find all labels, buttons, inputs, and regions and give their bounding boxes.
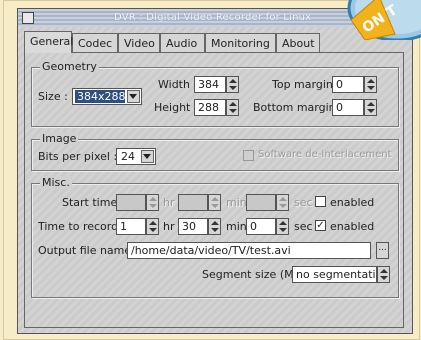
bottom-margin-spinner[interactable] — [364, 99, 377, 116]
width-field[interactable]: 384 — [194, 76, 226, 93]
width-spinner[interactable] — [226, 76, 239, 93]
top-margin-label: Top margin : — [272, 78, 341, 91]
arrow-up-icon — [229, 102, 237, 106]
record-second-spinner[interactable] — [276, 218, 289, 235]
segment-size-spinner[interactable] — [377, 266, 390, 283]
arrow-down-icon — [211, 228, 219, 232]
tab-codec[interactable]: Codec — [72, 33, 118, 52]
arrow-down-icon — [279, 204, 287, 208]
arrow-up-icon — [279, 221, 287, 225]
geometry-group: Geometry Size : 384x288 Width : 384 Heig… — [31, 60, 399, 127]
record-minute-field[interactable]: 30 — [178, 218, 208, 235]
segment-size-field[interactable]: no segmentation — [292, 266, 377, 283]
start-minute-unit: min — [226, 196, 247, 209]
size-label: Size : — [38, 90, 68, 103]
start-second-spinner[interactable] — [276, 194, 289, 211]
record-second-unit: sec — [294, 220, 313, 233]
size-select[interactable]: 384x288 — [72, 88, 142, 105]
arrow-up-icon — [380, 269, 388, 273]
record-minute-spinner[interactable] — [208, 218, 221, 235]
on-test-badge: ON T — [347, 0, 421, 40]
size-select-value: 384x288 — [75, 90, 126, 103]
top-margin-spinner[interactable] — [364, 76, 377, 93]
arrow-down-icon — [229, 109, 237, 113]
arrow-up-icon — [211, 197, 219, 201]
tab-audio[interactable]: Audio — [160, 33, 205, 52]
start-minute-field[interactable] — [178, 194, 208, 211]
tab-monitoring[interactable]: Monitoring — [205, 33, 276, 52]
checkmark-icon: ✓ — [316, 220, 325, 231]
record-enabled-label: enabled — [330, 220, 375, 233]
dvr-window: DVR : Digital Video Recorder for Linux G… — [17, 8, 413, 334]
arrow-up-icon — [279, 197, 287, 201]
height-label: Height : — [154, 101, 198, 114]
arrow-down-icon — [367, 86, 375, 90]
arrow-up-icon — [229, 79, 237, 83]
arrow-down-icon — [229, 86, 237, 90]
window-client-area: General Codec Video Audio Monitoring Abo… — [18, 27, 412, 333]
record-enabled-checkbox[interactable]: ✓ — [315, 220, 326, 231]
start-second-field[interactable] — [246, 194, 276, 211]
tab-video[interactable]: Video — [118, 33, 160, 52]
time-to-record-label: Time to record : — [38, 220, 126, 233]
chevron-down-icon — [143, 154, 151, 159]
start-hour-unit: hr — [163, 196, 175, 209]
output-file-label: Output file name : — [38, 244, 139, 257]
record-hour-spinner[interactable] — [146, 218, 159, 235]
record-hour-field[interactable]: 1 — [116, 218, 146, 235]
bits-per-pixel-dropdown-button[interactable] — [141, 150, 154, 163]
image-legend: Image — [40, 132, 79, 145]
start-enabled-label: enabled — [330, 196, 375, 209]
bottom-margin-field[interactable]: 0 — [332, 99, 364, 116]
misc-group: Misc. Start time : hr min sec enabled Ti… — [31, 176, 399, 298]
general-tab-panel: Geometry Size : 384x288 Width : 384 Heig… — [24, 52, 404, 328]
height-spinner[interactable] — [226, 99, 239, 116]
bits-per-pixel-value: 24 — [121, 150, 135, 163]
arrow-down-icon — [380, 276, 388, 280]
arrow-down-icon — [367, 109, 375, 113]
record-minute-unit: min — [226, 220, 247, 233]
chevron-down-icon — [129, 94, 137, 99]
output-file-field[interactable]: /home/data/video/TV/test.avi — [127, 242, 371, 259]
start-minute-spinner[interactable] — [208, 194, 221, 211]
deinterlace-checkbox[interactable] — [243, 150, 254, 161]
tab-about[interactable]: About — [276, 33, 320, 52]
record-second-field[interactable]: 0 — [246, 218, 276, 235]
width-label: Width : — [158, 78, 198, 91]
size-dropdown-button[interactable] — [127, 90, 140, 103]
deinterlace-label: Software de-Interlacement — [258, 149, 392, 160]
arrow-down-icon — [279, 228, 287, 232]
arrow-up-icon — [149, 197, 157, 201]
start-hour-field[interactable] — [116, 194, 146, 211]
image-group: Image Bits per pixel : 24 Software de-In… — [31, 132, 399, 171]
start-hour-spinner[interactable] — [146, 194, 159, 211]
browse-button[interactable]: ... — [376, 242, 389, 259]
arrow-up-icon — [149, 221, 157, 225]
geometry-legend: Geometry — [40, 60, 99, 73]
arrow-down-icon — [149, 204, 157, 208]
record-hour-unit: hr — [163, 220, 175, 233]
arrow-up-icon — [211, 221, 219, 225]
bits-per-pixel-label: Bits per pixel : — [38, 150, 118, 163]
bits-per-pixel-select[interactable]: 24 — [116, 148, 156, 165]
arrow-up-icon — [367, 102, 375, 106]
start-second-unit: sec — [294, 196, 313, 209]
start-enabled-checkbox[interactable] — [315, 196, 326, 207]
arrow-up-icon — [367, 79, 375, 83]
bottom-margin-label: Bottom margin : — [253, 101, 343, 114]
arrow-down-icon — [211, 204, 219, 208]
window-menu-button[interactable] — [22, 12, 34, 24]
top-margin-field[interactable]: 0 — [332, 76, 364, 93]
misc-legend: Misc. — [40, 176, 72, 189]
height-field[interactable]: 288 — [194, 99, 226, 116]
arrow-down-icon — [149, 228, 157, 232]
tab-general[interactable]: General — [24, 31, 73, 53]
window-title: DVR : Digital Video Recorder for Linux — [114, 12, 312, 23]
